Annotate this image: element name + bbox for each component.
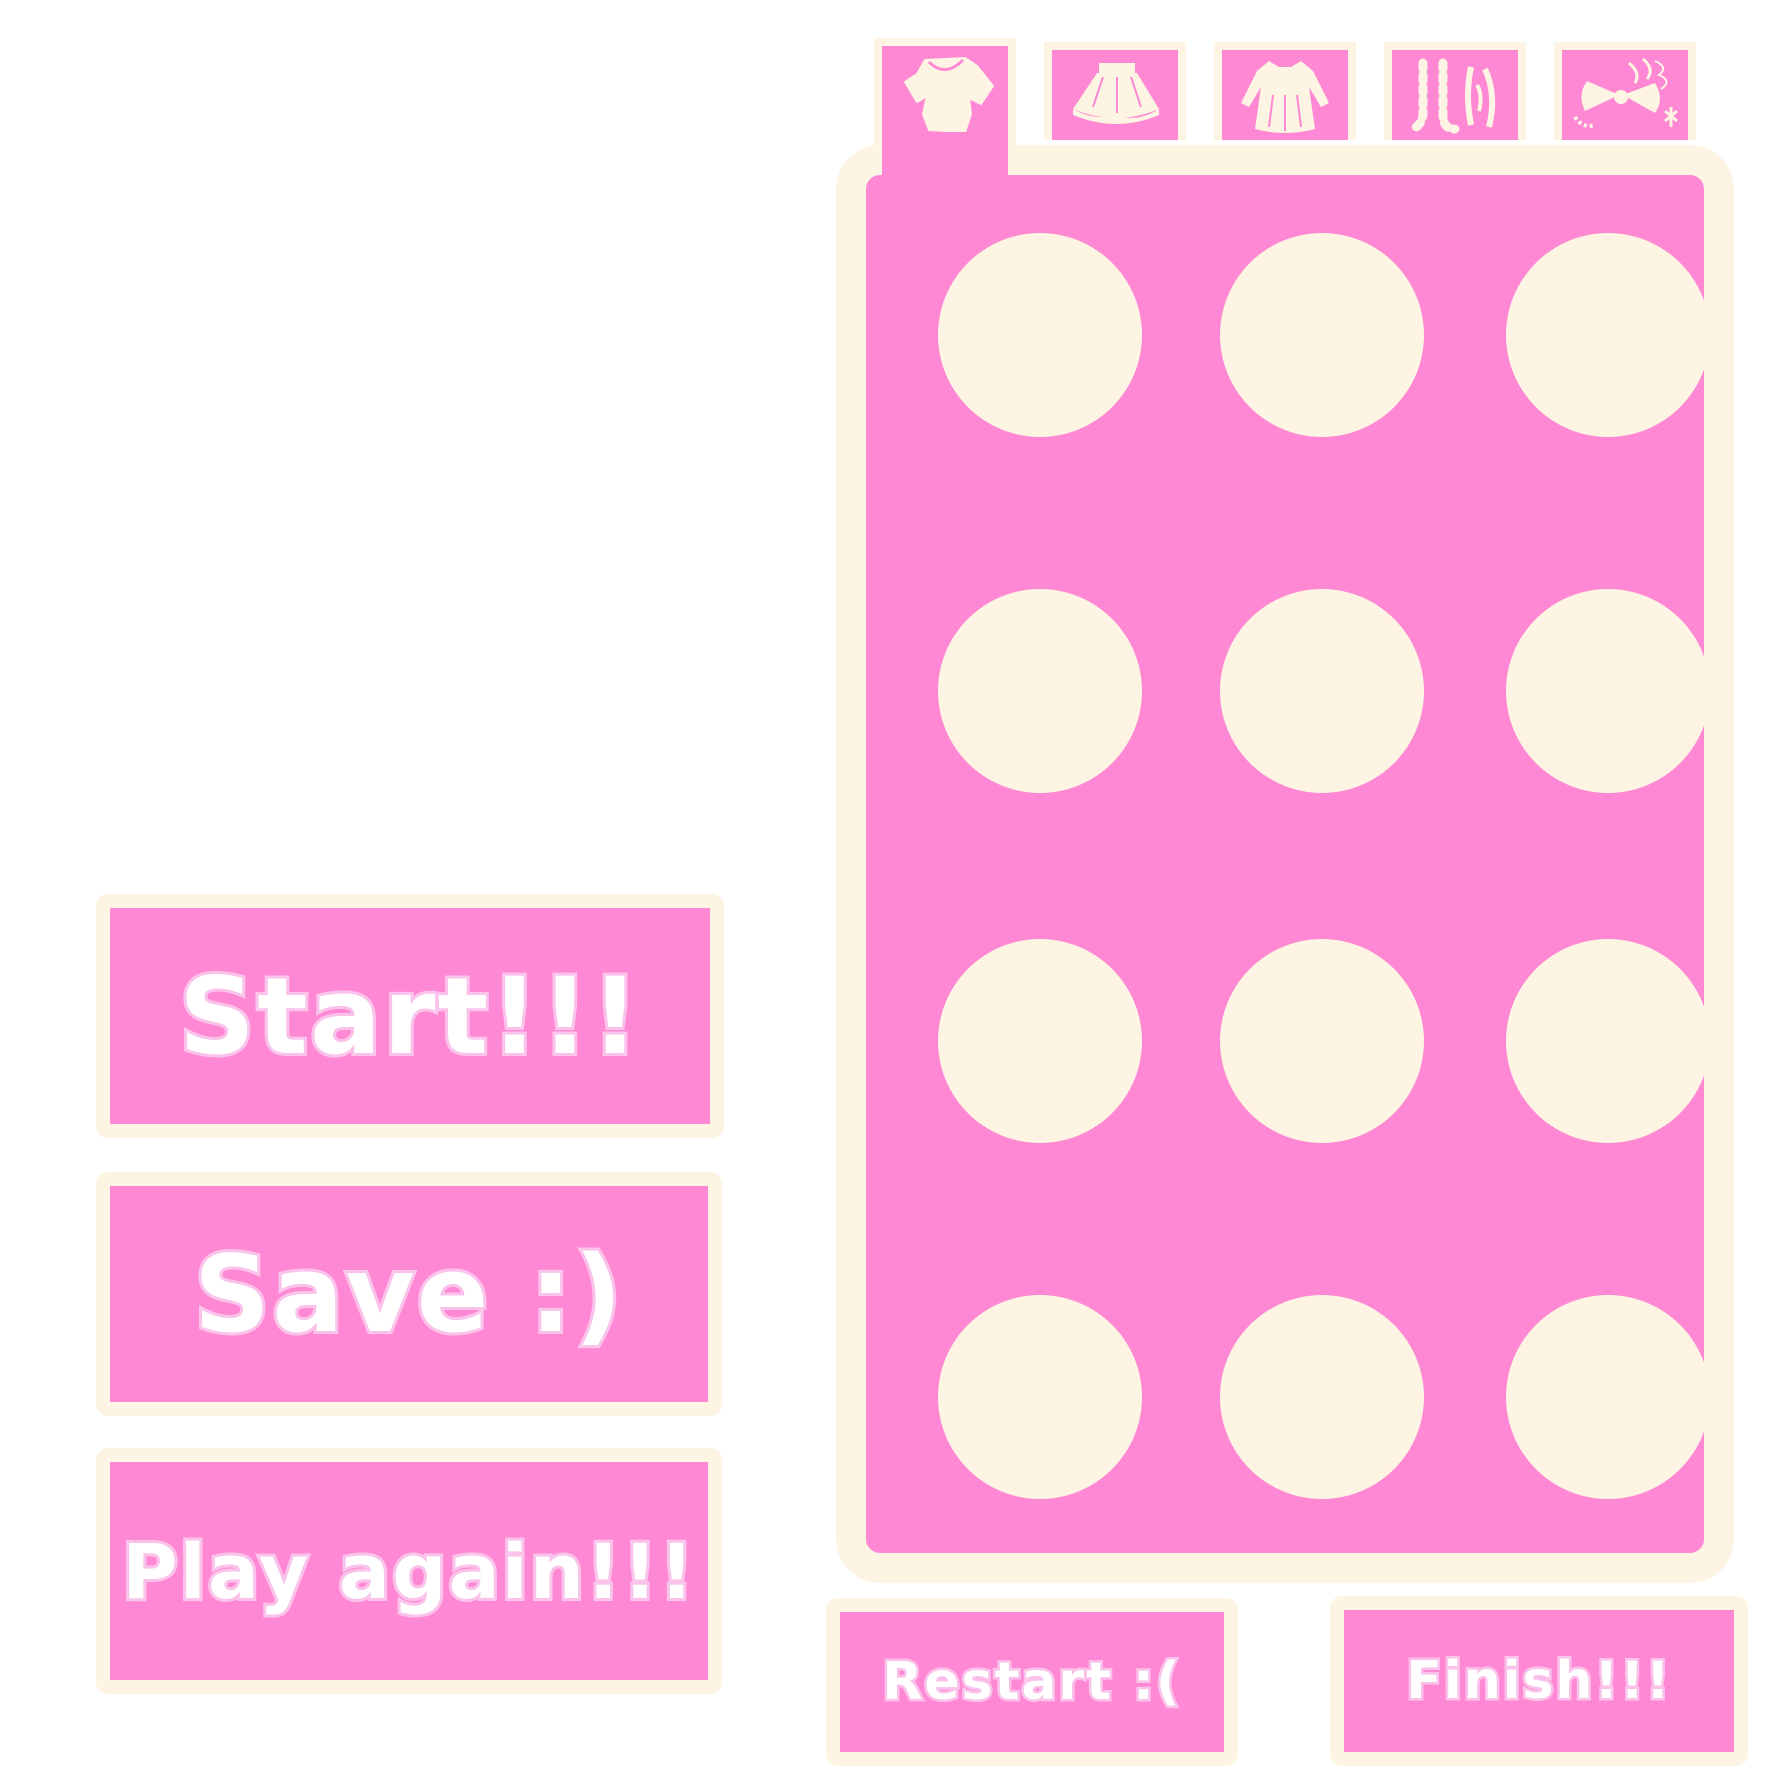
item-slot-6[interactable] <box>1506 589 1710 793</box>
shirt-icon <box>889 52 1001 132</box>
save-button-label: Save :) <box>191 1230 626 1359</box>
restart-button[interactable]: Restart :( <box>826 1598 1238 1766</box>
finish-button[interactable]: Finish!!! <box>1330 1596 1748 1766</box>
item-slot-9[interactable] <box>1506 939 1710 1143</box>
item-slot-10[interactable] <box>938 1295 1142 1499</box>
start-button[interactable]: Start!!! <box>96 894 724 1138</box>
start-button-label: Start!!! <box>176 952 643 1081</box>
finish-button-label: Finish!!! <box>1404 1649 1672 1714</box>
tab-accessories[interactable] <box>1554 42 1696 140</box>
skirt-icon <box>1059 55 1171 135</box>
play-again-button[interactable]: Play again!!! <box>96 1448 722 1694</box>
save-button[interactable]: Save :) <box>96 1172 722 1416</box>
item-slot-7[interactable] <box>938 939 1142 1143</box>
item-slot-11[interactable] <box>1220 1295 1424 1499</box>
tab-skirts[interactable] <box>1044 42 1186 140</box>
item-slot-grid <box>866 175 1710 1553</box>
active-tab-joint <box>882 144 1008 180</box>
item-slot-12[interactable] <box>1506 1295 1710 1499</box>
play-again-button-label: Play again!!! <box>119 1524 697 1619</box>
item-slot-3[interactable] <box>1506 233 1710 437</box>
tab-dresses[interactable] <box>1214 42 1356 140</box>
dress-icon <box>1229 55 1341 135</box>
item-slot-1[interactable] <box>938 233 1142 437</box>
tab-socks[interactable] <box>1384 42 1526 140</box>
item-slot-4[interactable] <box>938 589 1142 793</box>
item-slot-2[interactable] <box>1220 233 1424 437</box>
socks-icon <box>1399 55 1511 135</box>
restart-button-label: Restart :( <box>880 1650 1182 1715</box>
wardrobe-panel <box>836 145 1734 1583</box>
item-slot-8[interactable] <box>1220 939 1424 1143</box>
accessories-icon <box>1569 55 1681 135</box>
item-slot-5[interactable] <box>1220 589 1424 793</box>
